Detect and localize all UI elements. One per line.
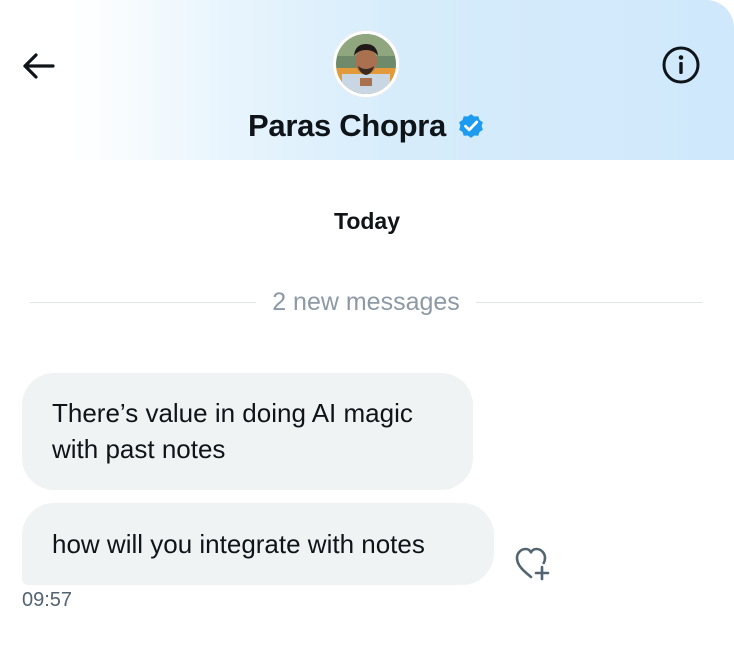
add-reaction-button[interactable] — [508, 542, 556, 584]
message-timestamp: 09:57 — [22, 589, 73, 611]
verified-badge-icon — [456, 111, 486, 141]
arrow-left-icon — [23, 53, 55, 79]
contact-name[interactable]: Paras Chopra — [248, 108, 446, 144]
avatar[interactable] — [333, 31, 399, 97]
dm-conversation-panel: Paras Chopra Today 2 new messages There’… — [0, 0, 734, 655]
conversation-info-button[interactable] — [658, 42, 704, 88]
message-bubble[interactable]: how will you integrate with notes — [22, 503, 494, 585]
new-messages-divider: 2 new messages — [30, 284, 703, 320]
avatar-photo — [336, 34, 396, 94]
contact-name-row: Paras Chopra — [0, 104, 734, 148]
info-circle-icon — [662, 46, 700, 84]
message-bubble[interactable]: There’s value in doing AI magic with pas… — [22, 373, 473, 490]
divider-line-left — [30, 301, 257, 303]
heart-plus-icon — [515, 547, 550, 581]
new-messages-label: 2 new messages — [272, 287, 460, 316]
conversation-header: Paras Chopra — [0, 0, 734, 160]
back-button[interactable] — [16, 44, 60, 88]
divider-line-right — [475, 301, 703, 303]
day-separator: Today — [333, 208, 401, 234]
